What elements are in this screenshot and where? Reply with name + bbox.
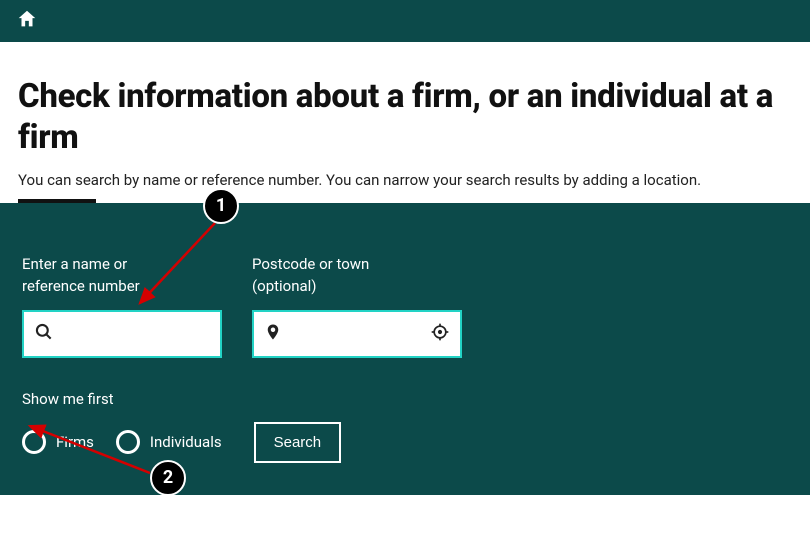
name-field-group: Enter a name or reference number xyxy=(22,253,222,358)
radio-circle-icon xyxy=(116,430,140,454)
home-icon[interactable] xyxy=(16,8,38,34)
postcode-input[interactable] xyxy=(290,325,422,342)
radio-individuals[interactable]: Individuals xyxy=(116,430,222,454)
postcode-field-group: Postcode or town (optional) xyxy=(252,253,462,358)
show-me-first-label: Show me first xyxy=(22,390,788,408)
annotation-badge-1: 1 xyxy=(203,188,239,224)
location-pin-icon xyxy=(264,322,282,346)
search-panel: 1 2 Enter a name or reference number Pos… xyxy=(0,203,810,495)
postcode-field-label: Postcode or town (optional) xyxy=(252,253,462,298)
radio-firms-label: Firms xyxy=(56,433,94,451)
form-row: Enter a name or reference number Postcod… xyxy=(22,253,788,358)
annotation-badge-2: 2 xyxy=(150,460,186,496)
radio-row: Firms Individuals Search xyxy=(22,422,788,463)
radio-firms[interactable]: Firms xyxy=(22,430,94,454)
search-button[interactable]: Search xyxy=(254,422,342,463)
content-area: Check information about a firm, or an in… xyxy=(0,42,810,203)
name-input-wrap[interactable] xyxy=(22,310,222,358)
name-field-label: Enter a name or reference number xyxy=(22,253,222,298)
name-input[interactable] xyxy=(62,325,210,342)
page-subtitle: You can search by name or reference numb… xyxy=(18,171,792,189)
top-navbar xyxy=(0,0,810,42)
radio-circle-icon xyxy=(22,430,46,454)
postcode-input-wrap[interactable] xyxy=(252,310,462,358)
search-icon xyxy=(34,322,54,346)
locate-icon[interactable] xyxy=(430,322,450,346)
radio-individuals-label: Individuals xyxy=(150,433,222,451)
page-title: Check information about a firm, or an in… xyxy=(18,76,792,159)
show-me-first-section: Show me first Firms Individuals Search xyxy=(22,390,788,463)
